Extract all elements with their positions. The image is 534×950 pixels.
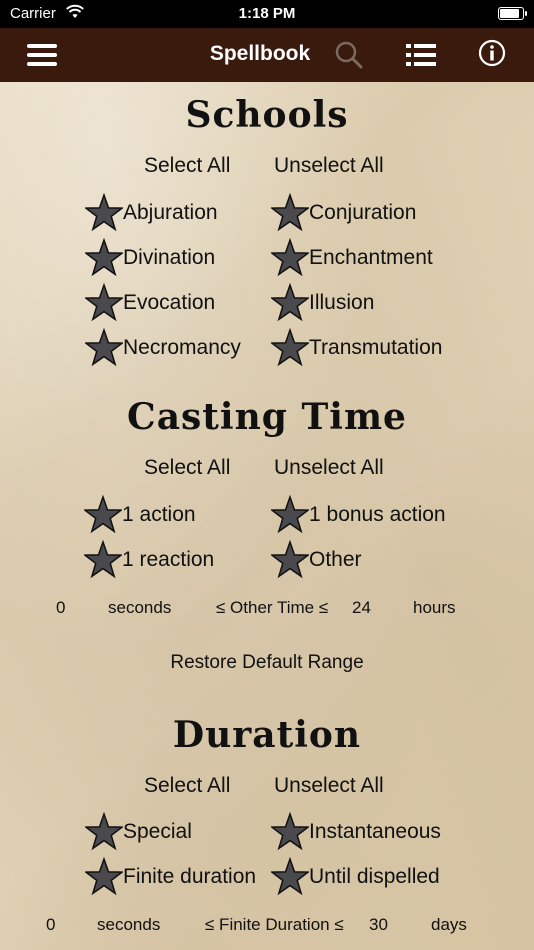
star-icon [271, 857, 309, 896]
hamburger-icon[interactable] [27, 44, 57, 66]
star-icon [271, 283, 309, 322]
star-icon [85, 812, 123, 851]
star-icon [271, 540, 309, 579]
battery-icon [498, 7, 527, 20]
star-icon [271, 495, 309, 534]
casting-range-max[interactable]: 24 [352, 598, 371, 618]
schools-option-label: Necromancy [123, 336, 241, 359]
duration-unselect-all-button[interactable]: Unselect All [274, 774, 384, 798]
casting-option-label: 1 action [122, 503, 196, 526]
duration-select-all-button[interactable]: Select All [144, 774, 230, 798]
schools-option-label: Abjuration [123, 201, 218, 224]
duration-range-label: ≤ Finite Duration ≤ [205, 915, 344, 934]
duration-range-max[interactable]: 30 [369, 915, 388, 935]
casting-range-label: ≤ Other Time ≤ [216, 598, 329, 617]
star-icon [271, 328, 309, 367]
casting-option-label: 1 bonus action [309, 503, 446, 526]
schools-option-label: Conjuration [309, 201, 417, 224]
schools-heading: Schools [185, 94, 349, 136]
nav-bar: Spellbook [0, 28, 534, 82]
casting-option-label: 1 reaction [122, 548, 215, 571]
duration-range-min[interactable]: 0 [46, 915, 55, 935]
star-icon [84, 540, 122, 579]
duration-option-label: Special [123, 820, 192, 843]
casting-range-max-unit[interactable]: hours [413, 598, 456, 618]
casting-range-min-unit[interactable]: seconds [108, 598, 171, 618]
duration-range-min-unit[interactable]: seconds [97, 915, 160, 935]
star-icon [85, 857, 123, 896]
star-icon [271, 193, 309, 232]
duration-option-label: Instantaneous [309, 820, 441, 843]
duration-option-label: Until dispelled [309, 865, 440, 888]
duration-range-max-unit[interactable]: days [431, 915, 467, 935]
star-icon [85, 328, 123, 367]
casting-select-all-button[interactable]: Select All [144, 456, 230, 480]
star-icon [85, 238, 123, 277]
status-bar: Carrier 1:18 PM [0, 0, 534, 28]
schools-option-label: Divination [123, 246, 216, 269]
list-icon[interactable] [406, 43, 436, 67]
clock: 1:18 PM [238, 5, 296, 22]
schools-option-label: Enchantment [309, 246, 433, 269]
casting-time-heading: Casting Time [127, 396, 407, 438]
star-icon [85, 193, 123, 232]
star-icon [84, 495, 122, 534]
schools-option-label: Evocation [123, 291, 216, 314]
restore-default-range-button[interactable]: Restore Default Range [0, 652, 534, 674]
casting-unselect-all-button[interactable]: Unselect All [274, 456, 384, 480]
schools-unselect-all-button[interactable]: Unselect All [274, 154, 384, 178]
casting-option-label: Other [309, 548, 362, 571]
nav-title: Spellbook [209, 42, 311, 65]
schools-option-label: Illusion [309, 291, 375, 314]
search-icon[interactable] [334, 40, 364, 70]
schools-select-all-button[interactable]: Select All [144, 154, 230, 178]
duration-heading: Duration [172, 714, 362, 756]
star-icon [85, 283, 123, 322]
info-icon[interactable] [478, 39, 506, 67]
duration-option-label: Finite duration [123, 865, 257, 888]
casting-range-min[interactable]: 0 [56, 598, 65, 618]
star-icon [271, 238, 309, 277]
schools-option-label: Transmutation [309, 336, 443, 359]
star-icon [271, 812, 309, 851]
